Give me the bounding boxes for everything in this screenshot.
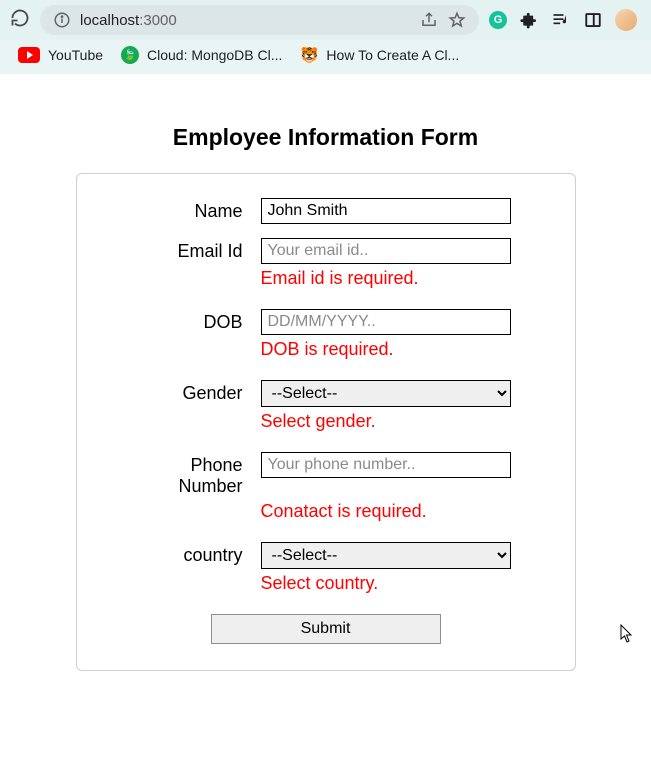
youtube-icon	[18, 47, 40, 63]
submit-row: Submit	[111, 614, 541, 644]
bookmark-mongodb[interactable]: 🍃 Cloud: MongoDB Cl...	[121, 46, 282, 64]
error-dob: DOB is required.	[261, 339, 541, 360]
error-phone: Conatact is required.	[261, 501, 541, 522]
field-dob: DOB	[111, 309, 541, 335]
toolbar-right: G	[489, 9, 641, 31]
label-dob: DOB	[111, 309, 261, 333]
form-card: Name Email Id Email id is required. DOB …	[76, 173, 576, 671]
extensions-icon[interactable]	[519, 10, 539, 30]
label-country: country	[111, 542, 261, 566]
bookmark-label: YouTube	[48, 47, 103, 63]
field-phone: Phone Number	[111, 452, 541, 497]
field-country: country --Select--	[111, 542, 541, 569]
label-gender: Gender	[111, 380, 261, 404]
gender-select[interactable]: --Select--	[261, 380, 511, 407]
field-email: Email Id	[111, 238, 541, 264]
error-email: Email id is required.	[261, 268, 541, 289]
country-select[interactable]: --Select--	[261, 542, 511, 569]
label-name: Name	[111, 198, 261, 222]
mongodb-icon: 🍃	[121, 46, 139, 64]
name-input[interactable]	[261, 198, 511, 224]
info-icon	[52, 10, 72, 30]
form-title: Employee Information Form	[173, 124, 478, 151]
url-text: localhost:3000	[80, 12, 177, 29]
label-phone: Phone Number	[111, 452, 261, 497]
star-icon[interactable]	[447, 10, 467, 30]
grammarly-icon[interactable]: G	[489, 11, 507, 29]
phone-input[interactable]	[261, 452, 511, 478]
bookmark-label: How To Create A Cl...	[326, 47, 459, 63]
bookmark-youtube[interactable]: YouTube	[18, 47, 103, 63]
page-content: Employee Information Form Name Email Id …	[0, 74, 651, 671]
bookmark-label: Cloud: MongoDB Cl...	[147, 47, 282, 63]
error-gender: Select gender.	[261, 411, 541, 432]
label-email: Email Id	[111, 238, 261, 262]
field-name: Name	[111, 198, 541, 224]
music-queue-icon[interactable]	[551, 10, 571, 30]
panel-icon[interactable]	[583, 10, 603, 30]
cluster-icon: 🐯	[300, 46, 318, 64]
bookmark-cluster[interactable]: 🐯 How To Create A Cl...	[300, 46, 459, 64]
email-input[interactable]	[261, 238, 511, 264]
profile-avatar[interactable]	[615, 9, 637, 31]
error-country: Select country.	[261, 573, 541, 594]
submit-button[interactable]: Submit	[211, 614, 441, 644]
share-icon[interactable]	[419, 10, 439, 30]
address-bar[interactable]: localhost:3000	[40, 5, 479, 35]
browser-toolbar: localhost:3000 G	[0, 0, 651, 40]
bookmarks-bar: YouTube 🍃 Cloud: MongoDB Cl... 🐯 How To …	[0, 40, 651, 74]
dob-input[interactable]	[261, 309, 511, 335]
reload-icon[interactable]	[10, 8, 30, 33]
field-gender: Gender --Select--	[111, 380, 541, 407]
